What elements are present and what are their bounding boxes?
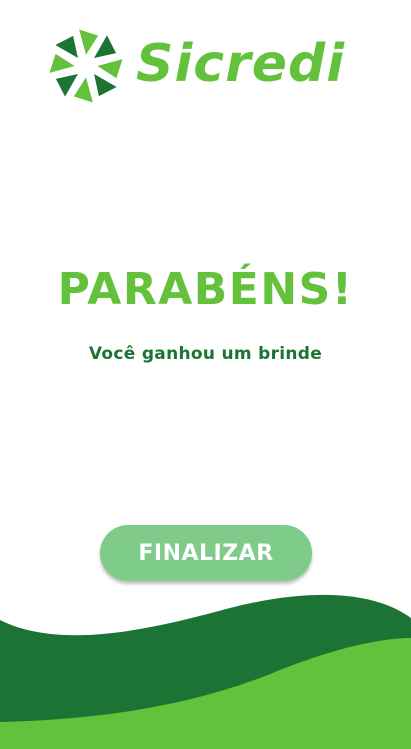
finish-button[interactable]: FINALIZAR <box>100 525 312 581</box>
logo-blade <box>79 29 99 55</box>
logo-blade <box>49 53 75 73</box>
brand-name: Sicredi <box>136 34 346 94</box>
congratulations-headline: PARABÉNS! <box>57 264 354 315</box>
logo-blade <box>97 59 123 79</box>
logo-blade <box>73 77 93 103</box>
sicredi-logo: Sicredi <box>48 28 368 108</box>
prize-message: Você ganhou um brinde <box>88 344 323 364</box>
sicredi-pinwheel-icon <box>49 29 123 103</box>
decorative-wave <box>0 594 411 749</box>
